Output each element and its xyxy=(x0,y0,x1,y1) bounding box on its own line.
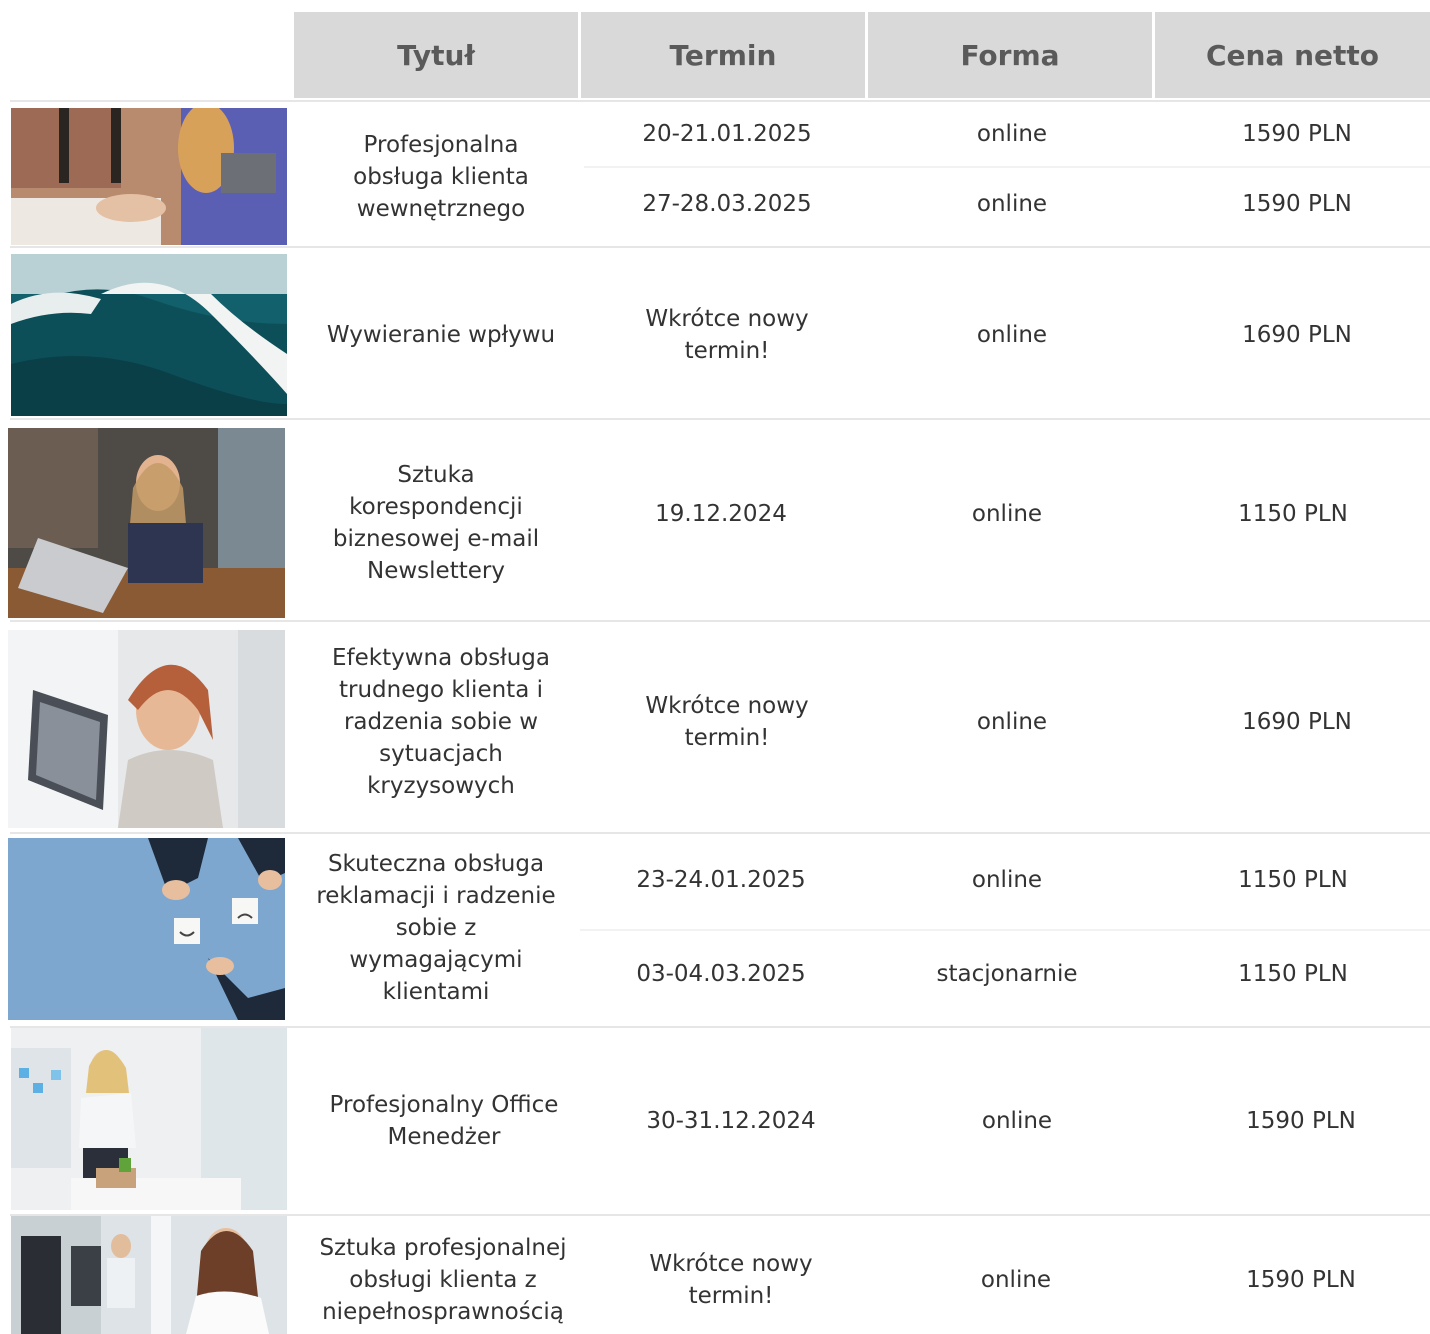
row-divider xyxy=(10,246,1430,248)
session-date: Wkrótce nowy termin! xyxy=(645,306,809,364)
course-title: Sztuka korespondencji biznesowej e-mail … xyxy=(332,462,540,584)
session-form: online xyxy=(971,501,1043,527)
session-price: 1590 PLN xyxy=(1242,191,1352,217)
column-header-title: Tytuł xyxy=(294,12,578,98)
session-date: 23-24.01.2025 xyxy=(636,867,806,893)
session-price: 1590 PLN xyxy=(1242,121,1352,147)
session-form: online xyxy=(981,1108,1053,1134)
course-image-wave xyxy=(11,254,287,416)
session-date: 20-21.01.2025 xyxy=(642,121,812,147)
row-divider xyxy=(10,832,1430,834)
course-image-handshake xyxy=(11,108,287,245)
session-price: 1590 PLN xyxy=(1246,1267,1356,1293)
session-divider xyxy=(584,166,1430,168)
row-divider xyxy=(10,620,1430,622)
session-price: 1150 PLN xyxy=(1238,867,1348,893)
column-header-form: Forma xyxy=(868,12,1152,98)
session-date: Wkrótce nowy termin! xyxy=(645,693,809,751)
course-title: Profesjonalny Office Menedżer xyxy=(329,1092,559,1150)
course-title: Wywieranie wpływu xyxy=(326,322,556,348)
session-form: online xyxy=(980,1267,1052,1293)
session-form: online xyxy=(976,709,1048,735)
session-form: online xyxy=(976,191,1048,217)
session-price: 1150 PLN xyxy=(1238,501,1348,527)
session-form: online xyxy=(976,322,1048,348)
session-form: online xyxy=(976,121,1048,147)
column-header-date: Termin xyxy=(581,12,865,98)
course-image-smiley-cards xyxy=(8,838,285,1020)
course-title: Sztuka profesjonalnej obsługi klienta z … xyxy=(319,1235,567,1325)
session-divider xyxy=(580,929,1430,931)
session-form: stacjonarnie xyxy=(936,961,1078,987)
session-form: online xyxy=(971,867,1043,893)
row-divider xyxy=(10,418,1430,420)
session-price: 1690 PLN xyxy=(1242,709,1352,735)
course-title: Profesjonalna obsługa klienta wewnętrzne… xyxy=(353,132,529,222)
course-image-headset-woman xyxy=(8,630,285,828)
column-header-price: Cena netto xyxy=(1155,12,1430,98)
row-divider xyxy=(10,100,1430,102)
session-date: Wkrótce nowy termin! xyxy=(649,1251,813,1309)
session-date: 30-31.12.2024 xyxy=(646,1108,816,1134)
course-image-laptop-woman xyxy=(8,428,285,618)
course-image-office-woman xyxy=(11,1028,287,1210)
course-image-callcenter xyxy=(11,1216,287,1334)
session-price: 1590 PLN xyxy=(1246,1108,1356,1134)
session-date: 03-04.03.2025 xyxy=(636,961,806,987)
session-price: 1690 PLN xyxy=(1242,322,1352,348)
course-title: Efektywna obsługa trudnego klienta i rad… xyxy=(332,645,550,799)
session-date: 27-28.03.2025 xyxy=(642,191,812,217)
session-price: 1150 PLN xyxy=(1238,961,1348,987)
course-title: Skuteczna obsługa reklamacji i radzenie … xyxy=(316,851,556,1005)
session-date: 19.12.2024 xyxy=(655,501,787,527)
